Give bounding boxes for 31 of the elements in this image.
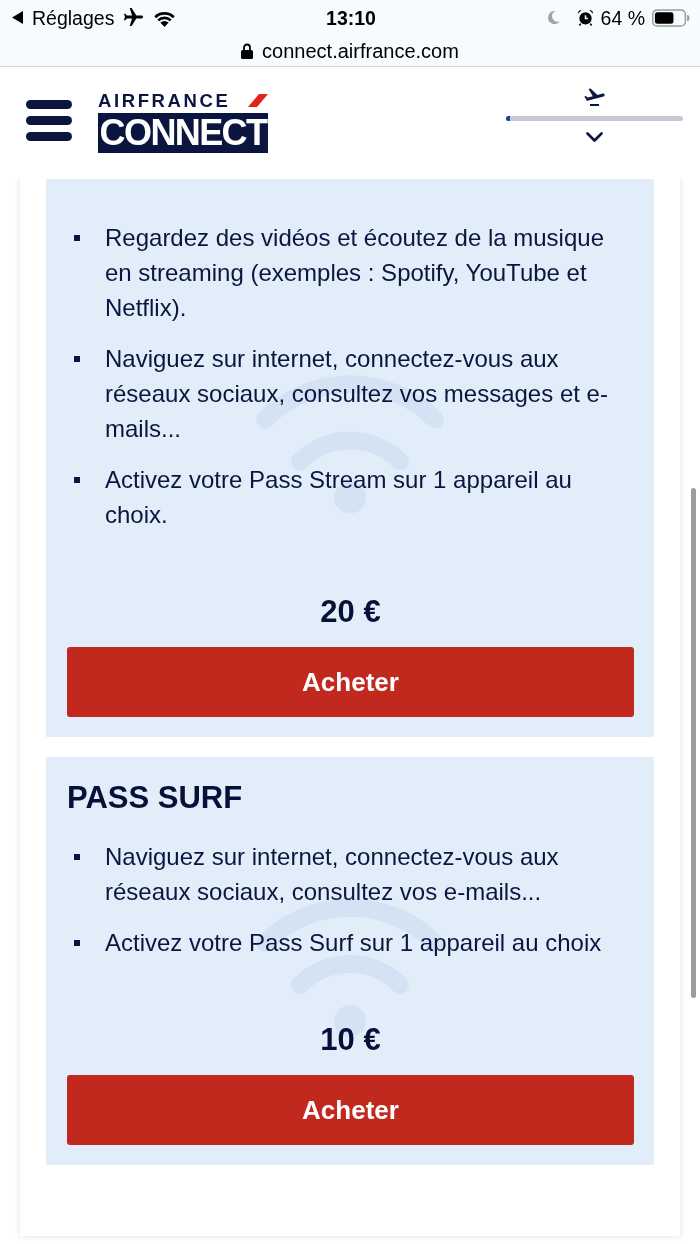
- buy-button[interactable]: Acheter: [67, 1075, 634, 1145]
- alarm-clock-icon: [576, 9, 594, 26]
- battery-percent: 64 %: [600, 6, 645, 29]
- url-text[interactable]: connect.airfrance.com: [262, 38, 459, 63]
- feature-text: Regardez des vidéos et écoutez de la musique en streaming (exemples : Spotify, YouTube et Netflix).: [105, 223, 605, 323]
- airplane-icon: [124, 8, 144, 27]
- clock-time: 13:10: [326, 6, 376, 29]
- battery-icon: [652, 8, 690, 27]
- moon-icon: [545, 10, 561, 25]
- menu-icon[interactable]: [26, 99, 72, 141]
- slash-mark-icon: [248, 94, 268, 107]
- bullet-icon: [74, 477, 80, 483]
- feature-text: Activez votre Pass Stream sur 1 appareil au choix.: [105, 465, 573, 530]
- price-text: 10 €: [320, 1021, 381, 1059]
- back-link[interactable]: Réglages: [32, 6, 115, 29]
- bullet-icon: [74, 235, 80, 241]
- price-text: 20 €: [320, 593, 381, 631]
- bullet-icon: [74, 940, 80, 946]
- plane-takeoff-icon: [583, 88, 606, 107]
- bullet-icon: [74, 854, 80, 860]
- lock-icon: [241, 42, 254, 59]
- brand-wordmark: AIRFRANCE: [98, 93, 231, 108]
- chevron-down-icon[interactable]: [586, 132, 603, 143]
- feature-text: Naviguez sur internet, connectez-vous aux réseaux sociaux, consultez vos messages et e-mails...: [105, 344, 609, 444]
- feature-text: Naviguez sur internet, connectez-vous aux réseaux sociaux, consultez vos e-mails...: [105, 842, 560, 907]
- product-wordmark: CONNECT: [98, 113, 268, 153]
- back-icon[interactable]: [12, 11, 23, 24]
- buy-button[interactable]: Acheter: [67, 647, 634, 717]
- pass-title: PASS SURF: [67, 779, 244, 817]
- feature-text: Activez votre Pass Surf sur 1 appareil au choix: [105, 928, 602, 958]
- bullet-icon: [74, 356, 80, 362]
